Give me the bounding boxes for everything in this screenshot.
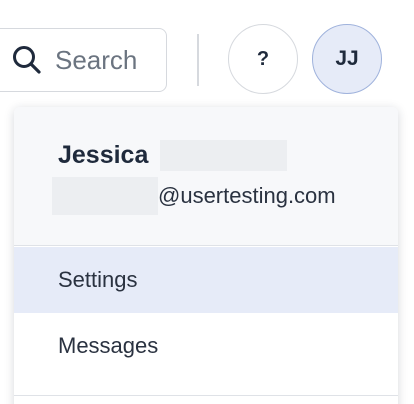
help-button[interactable]: ? xyxy=(228,24,298,94)
user-email-domain: @usertesting.com xyxy=(158,183,336,208)
menu-divider xyxy=(14,395,398,396)
avatar-initials: JJ xyxy=(335,47,359,70)
avatar-button[interactable]: JJ xyxy=(312,24,382,94)
account-dropdown: Jessica @usertesting.com Settings Messag… xyxy=(14,107,398,404)
search-box[interactable] xyxy=(0,28,167,92)
user-first-name: Jessica xyxy=(58,141,149,169)
search-input[interactable] xyxy=(55,45,155,75)
redacted-email-username xyxy=(52,177,158,215)
header-divider xyxy=(197,34,199,86)
menu-item-settings[interactable]: Settings xyxy=(14,247,398,313)
help-button-label: ? xyxy=(256,47,270,70)
redacted-last-name xyxy=(160,140,287,171)
menu-item-messages[interactable]: Messages xyxy=(14,313,398,379)
search-icon xyxy=(13,46,41,74)
menu-item-label: Settings xyxy=(58,267,138,292)
menu-item-label: Messages xyxy=(58,333,159,358)
app-header-region: ? JJ Jessica @usertesting.com Settings M… xyxy=(0,0,414,404)
account-info: Jessica @usertesting.com xyxy=(14,107,398,246)
